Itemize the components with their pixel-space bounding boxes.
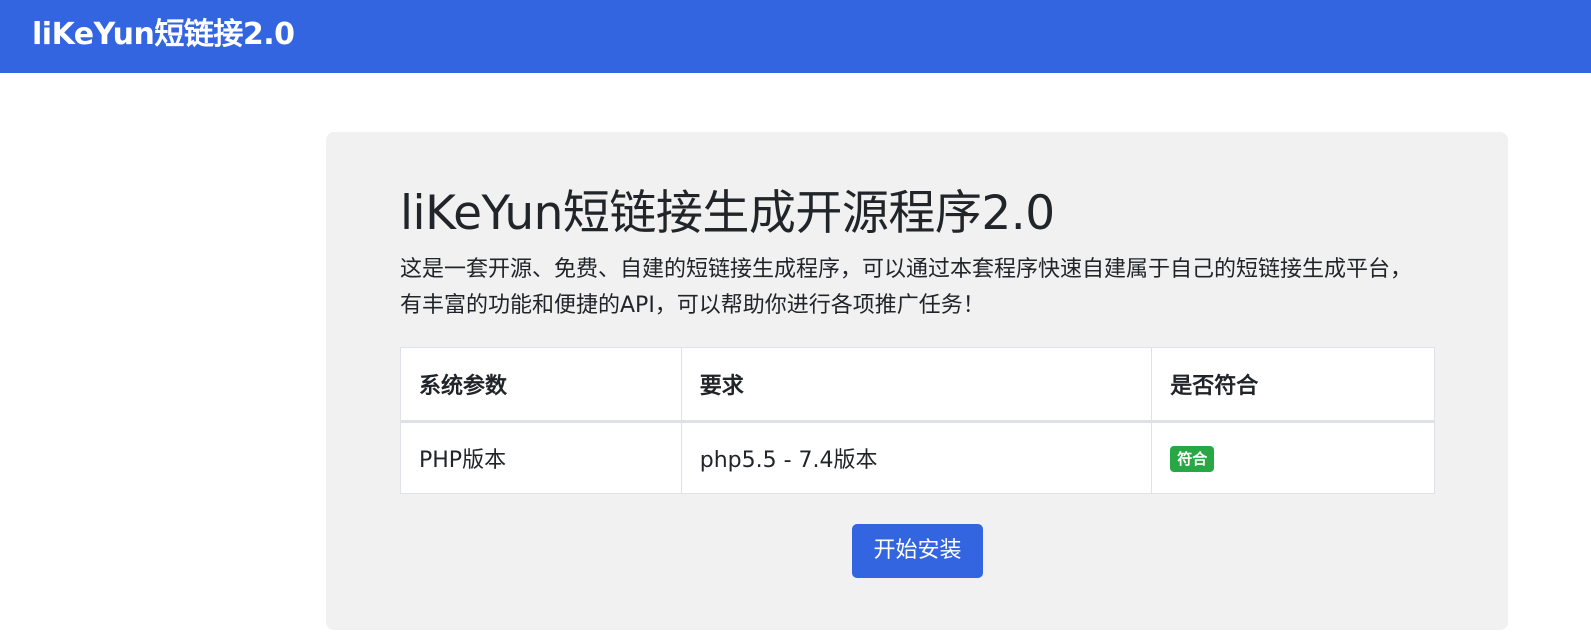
header-compliance: 是否符合 xyxy=(1151,347,1435,423)
cell-status: 符合 xyxy=(1151,421,1435,494)
page-title: liKeYun短链接生成开源程序2.0 xyxy=(400,186,1055,241)
install-panel: liKeYun短链接生成开源程序2.0 这是一套开源、免费、自建的短链接生成程序… xyxy=(326,132,1508,630)
header-system-param: 系统参数 xyxy=(400,347,682,423)
intro-text: 这是一套开源、免费、自建的短链接生成程序，可以通过本套程序快速自建属于自己的短链… xyxy=(400,257,1413,318)
cell-requirement-php: php5.5 - 7.4版本 xyxy=(680,421,1153,494)
start-install-button[interactable]: 开始安装 xyxy=(852,524,983,578)
cell-param-php-version: PHP版本 xyxy=(400,421,682,494)
table-header-row: 系统参数 要求 是否符合 xyxy=(400,347,1435,423)
table-row: PHP版本 php5.5 - 7.4版本 符合 xyxy=(400,421,1435,494)
status-badge: 符合 xyxy=(1170,445,1215,472)
top-navbar: liKeYun短链接2.0 xyxy=(0,0,1591,73)
requirements-table: 系统参数 要求 是否符合 PHP版本 php5.5 - 7.4版本 符合 xyxy=(400,347,1435,494)
brand-logo-link[interactable]: liKeYun短链接2.0 xyxy=(32,9,295,53)
header-requirement: 要求 xyxy=(680,347,1153,423)
